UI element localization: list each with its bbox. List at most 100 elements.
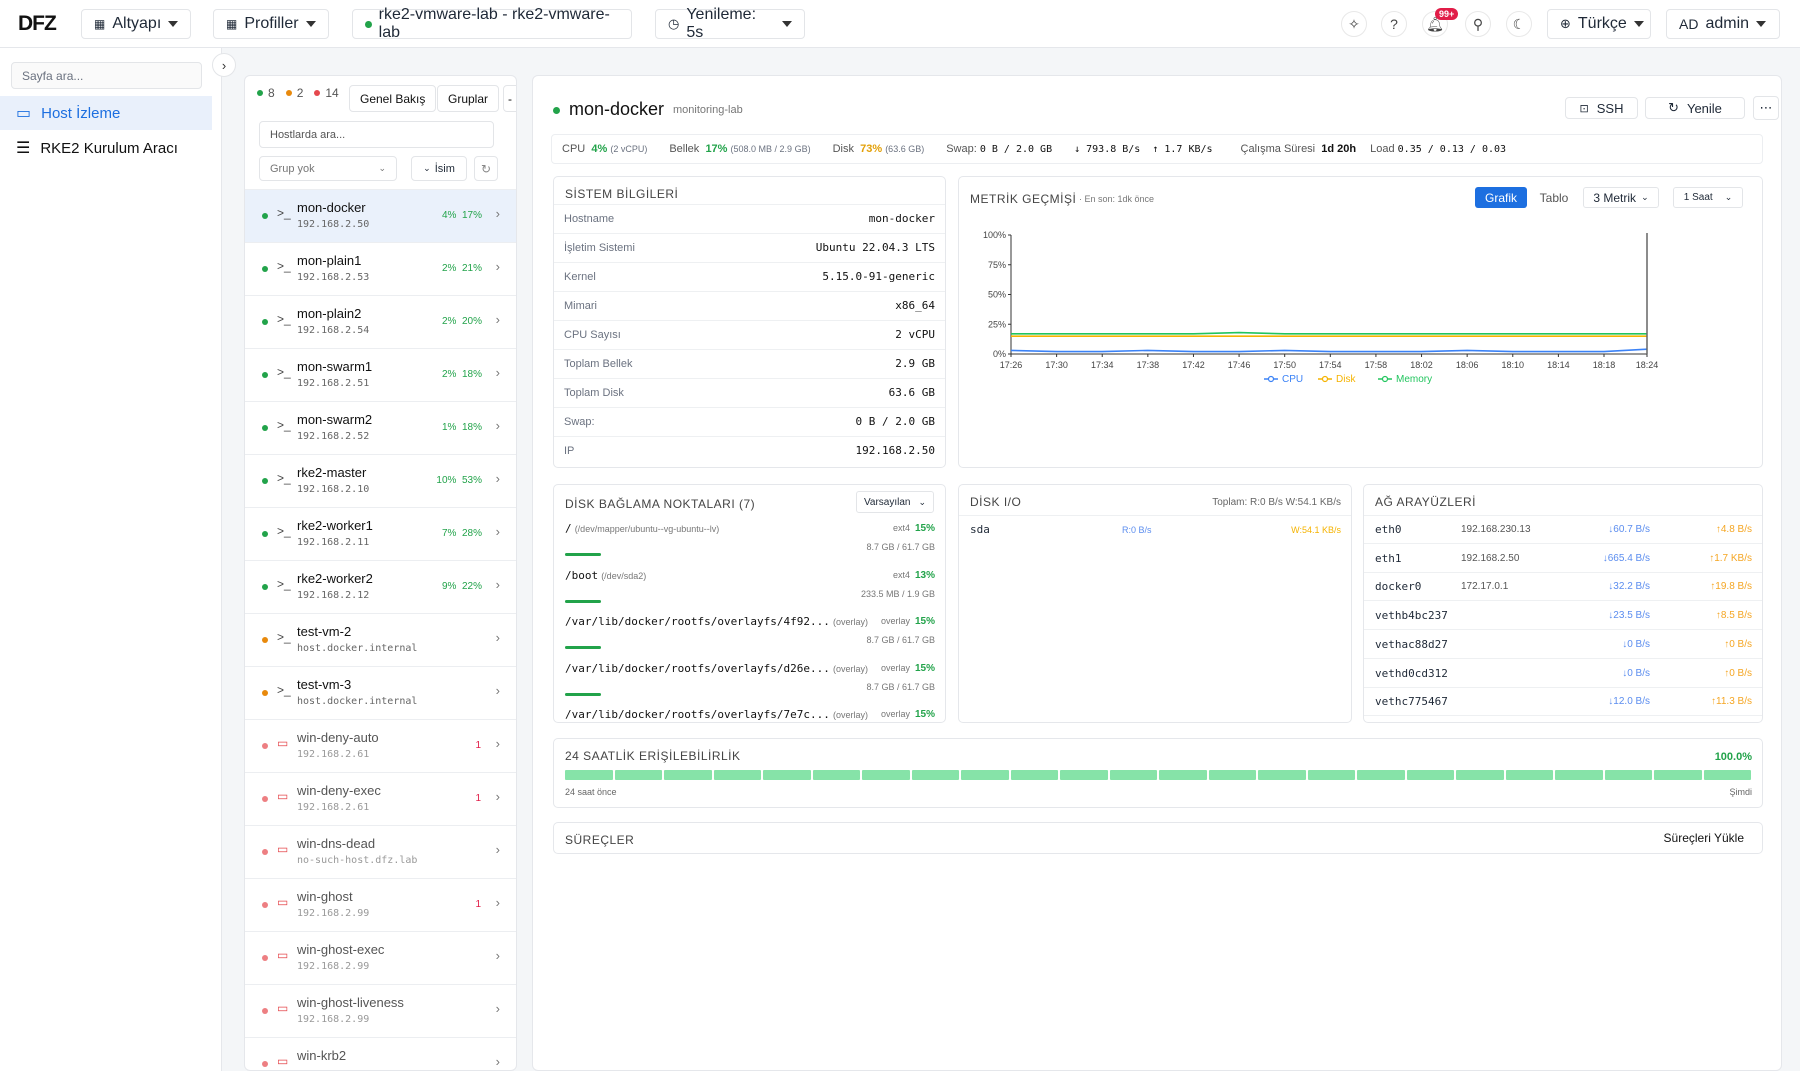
- mount-device: (overlay): [832, 710, 868, 720]
- host-search-input[interactable]: Hostlarda ara...: [259, 121, 494, 148]
- tab-groups[interactable]: Gruplar: [437, 85, 500, 112]
- pin-icon[interactable]: ⚲: [1465, 11, 1491, 37]
- host-list-item[interactable]: >_ test-vm-2 host.docker.internal ›: [245, 613, 516, 666]
- host-list-item[interactable]: ▭ win-deny-auto 192.168.2.61 1 ›: [245, 719, 516, 772]
- availability-end: Şimdi: [1729, 787, 1752, 797]
- refresh-list-button[interactable]: ↻: [474, 156, 498, 181]
- more-options-button[interactable]: ⋯: [1753, 96, 1779, 120]
- chevron-right-icon: ›: [495, 418, 500, 433]
- host-list-item[interactable]: >_ rke2-master 192.168.2.10 10% 53% ›: [245, 454, 516, 507]
- host-ip: 192.168.2.51: [297, 378, 370, 389]
- bell-icon[interactable]: 🔔︎ 99+: [1422, 8, 1459, 37]
- host-usage: 9% 22%: [442, 581, 482, 592]
- mount-percent: 15%: [914, 616, 935, 627]
- host-list-item[interactable]: >_ rke2-worker1 192.168.2.11 7% 28% ›: [245, 507, 516, 560]
- sort-button[interactable]: ⌄ İsim: [411, 156, 467, 181]
- series-line-cpu[interactable]: [1010, 348, 1648, 353]
- system-info-row: IP 192.168.2.50: [554, 436, 945, 464]
- sidebar-item-rke2-installer[interactable]: ☰ RKE2 Kurulum Aracı: [0, 131, 212, 165]
- time-range-select[interactable]: 1 Saat ⌄: [1673, 187, 1743, 208]
- host-list-item[interactable]: ▭ win-dns-dead no-such-host.dfz.lab ›: [245, 825, 516, 878]
- sidebar-search-input[interactable]: Sayfa ara...: [11, 62, 202, 89]
- x-tick-label: 17:58: [1365, 360, 1388, 370]
- language-select[interactable]: ⊕ Türkçe: [1547, 9, 1651, 39]
- availability-segment: [1505, 770, 1553, 780]
- mount-path-line: /boot (/dev/sda2): [565, 569, 646, 582]
- sidebar-item-host-monitoring[interactable]: ▭ Host İzleme: [0, 96, 212, 130]
- tab-overview[interactable]: Genel Bakış: [349, 85, 437, 112]
- host-list-item[interactable]: >_ mon-plain1 192.168.2.53 2% 21% ›: [245, 242, 516, 295]
- infra-menu[interactable]: ▦ Altyapı: [81, 9, 191, 39]
- profiles-menu[interactable]: ▦ Profiller: [213, 9, 329, 39]
- status-dot: [262, 531, 268, 537]
- ssh-button[interactable]: ⊡ SSH: [1565, 97, 1638, 119]
- group-select-label: Grup yok: [270, 163, 315, 175]
- chevron-down-icon: ⌄: [423, 163, 431, 173]
- availability-segment: [1258, 770, 1306, 780]
- mount-sort-select[interactable]: Varsayılan ⌄: [856, 491, 934, 513]
- context-selector[interactable]: rke2-vmware-lab - rke2-vmware-lab: [352, 6, 632, 41]
- host-memory: 18%: [461, 369, 482, 380]
- tab-more[interactable]: -: [503, 85, 516, 112]
- availability-bar: [565, 770, 1751, 780]
- host-name: mon-swarm1: [297, 359, 373, 374]
- host-list-item[interactable]: >_ mon-docker 192.168.2.50 4% 17% ›: [245, 189, 516, 242]
- host-ip: 192.168.2.11: [297, 537, 370, 548]
- help-icon[interactable]: ?: [1381, 11, 1407, 37]
- host-list-item[interactable]: ▭ win-deny-exec 192.168.2.61 1 ›: [245, 772, 516, 825]
- legend-label: CPU: [1282, 374, 1303, 385]
- host-list-item[interactable]: >_ test-vm-3 host.docker.internal ›: [245, 666, 516, 719]
- refresh-button[interactable]: ↻ Yenile: [1645, 97, 1745, 119]
- host-list-item[interactable]: >_ rke2-worker2 192.168.2.12 9% 22% ›: [245, 560, 516, 613]
- disk-sub: (63.6 GB): [885, 144, 925, 154]
- refresh-interval-select[interactable]: ◷ Yenileme: 5s: [655, 6, 805, 41]
- mount-fs: ext4: [892, 569, 910, 580]
- load-processes-button[interactable]: Süreçleri Yükle: [1664, 831, 1744, 845]
- info-value: mon-docker: [868, 212, 935, 225]
- sidebar-collapse-button[interactable]: ›: [212, 53, 236, 77]
- interface-tx: ↑8.5 B/s: [1715, 610, 1752, 622]
- legend-item[interactable]: Disk: [1318, 374, 1356, 385]
- availability-segment: [614, 770, 662, 780]
- host-list-item[interactable]: ▭ win-ghost-liveness 192.168.2.99 ›: [245, 984, 516, 1037]
- availability-segment: [961, 770, 1009, 780]
- mount-usage: 8.7 GB / 61.7 GB: [866, 681, 935, 692]
- mount-usage-bar: [565, 599, 601, 603]
- host-name: mon-swarm2: [297, 412, 373, 427]
- host-list-item[interactable]: >_ mon-plain2 192.168.2.54 2% 20% ›: [245, 295, 516, 348]
- window-icon: ▭: [277, 842, 289, 856]
- host-name: win-ghost-exec: [297, 942, 385, 957]
- host-list-item[interactable]: ▭ win-ghost 192.168.2.99 1 ›: [245, 878, 516, 931]
- sidebar: Sayfa ara... ▭ Host İzleme ☰ RKE2 Kurulu…: [0, 48, 222, 1071]
- chevron-right-icon: ›: [495, 365, 500, 380]
- interface-rx: ↓32.2 B/s: [1608, 581, 1650, 593]
- mount-fs-usage: overlay 15%: [881, 663, 935, 674]
- card-title: SÜREÇLER: [565, 833, 635, 847]
- table-view-button[interactable]: Tablo: [1529, 187, 1579, 208]
- status-dot: [262, 743, 268, 749]
- window-icon: ▭: [277, 895, 289, 909]
- host-list-item[interactable]: >_ mon-swarm1 192.168.2.51 2% 18% ›: [245, 348, 516, 401]
- sparkle-icon[interactable]: ✧: [1341, 11, 1367, 37]
- availability-segment: [1555, 770, 1603, 780]
- series-line-memory[interactable]: [1011, 331, 1647, 335]
- app-logo[interactable]: DFZ: [18, 12, 57, 36]
- group-select[interactable]: Grup yok ⌄: [259, 156, 397, 181]
- info-key: Swap:: [564, 415, 595, 428]
- mount-usage-fill: [565, 599, 601, 603]
- user-menu[interactable]: AD admin: [1666, 9, 1780, 39]
- legend-item[interactable]: CPU: [1264, 374, 1303, 385]
- host-ip: 192.168.2.10: [297, 484, 370, 495]
- interface-name: docker0: [1375, 580, 1422, 594]
- moon-icon[interactable]: ☾: [1506, 11, 1532, 37]
- host-list-item[interactable]: ▭ win-krb2 ›: [245, 1037, 516, 1070]
- status-dot: [262, 266, 268, 272]
- metric-select[interactable]: 3 Metrik ⌄: [1583, 187, 1659, 208]
- host-list-item[interactable]: ▭ win-ghost-exec 192.168.2.99 ›: [245, 931, 516, 984]
- host-list-item[interactable]: >_ mon-swarm2 192.168.2.52 1% 18% ›: [245, 401, 516, 454]
- legend-item[interactable]: Memory: [1378, 374, 1432, 385]
- availability-segment: [713, 770, 761, 780]
- metric-chart[interactable]: 100% 75% 50% 25% 0%17:26 17:30 17:34 17:38 17:42…: [959, 217, 1762, 457]
- info-value: x86_64: [895, 299, 935, 312]
- chart-view-button[interactable]: Grafik: [1475, 187, 1527, 208]
